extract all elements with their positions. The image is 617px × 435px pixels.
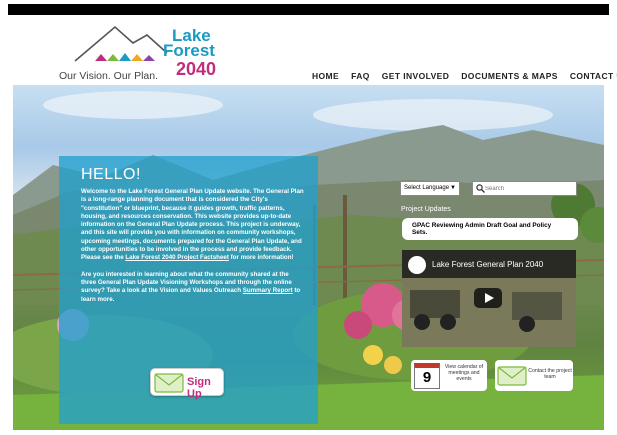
nav-contact-us[interactable]: CONTACT US: [570, 71, 617, 81]
search-box: [472, 181, 577, 196]
nav-home[interactable]: HOME: [312, 71, 339, 81]
site-header: Our Vision. Our Plan. Lake Forest 2040 H…: [0, 15, 617, 85]
sign-up-label: Sign Up: [187, 376, 211, 400]
sign-up-button[interactable]: Sign Up: [150, 368, 224, 400]
project-updates-label: Project Updates: [401, 206, 451, 213]
video-title: Lake Forest General Plan 2040: [432, 260, 544, 269]
project-update-card[interactable]: GPAC Reviewing Admin Draft Goal and Poli…: [402, 218, 578, 240]
nav-documents-maps[interactable]: DOCUMENTS & MAPS: [461, 71, 558, 81]
calendar-widget-text: View calendar of meetings and events: [444, 364, 484, 383]
calendar-widget[interactable]: 9 View calendar of meetings and events: [411, 360, 487, 391]
welcome-heading: HELLO!: [81, 166, 141, 183]
language-select[interactable]: Select Language ▼: [400, 181, 460, 196]
envelope-icon: [154, 373, 184, 393]
video-player[interactable]: Lake Forest General Plan 2040: [402, 250, 576, 347]
search-icon: [476, 184, 485, 193]
survey-paragraph: Are you interested in learning about wha…: [81, 270, 301, 303]
chevron-down-icon: ▼: [450, 185, 456, 191]
nav-get-involved[interactable]: GET INVOLVED: [382, 71, 449, 81]
logo-forest-text: Forest: [163, 41, 215, 60]
factsheet-link[interactable]: Lake Forest 2040 Project Factsheet: [125, 254, 229, 261]
contact-widget[interactable]: Contact the project team: [495, 360, 573, 391]
channel-avatar-icon: [408, 256, 426, 274]
summary-report-link[interactable]: Summary Report: [243, 287, 293, 294]
top-black-bar: [8, 4, 609, 15]
welcome-paragraph: Welcome to the Lake Forest General Plan …: [81, 188, 304, 262]
nav-faq[interactable]: FAQ: [351, 71, 370, 81]
logo-tagline: Our Vision. Our Plan.: [59, 70, 159, 82]
contact-widget-text: Contact the project team: [528, 368, 572, 381]
search-input[interactable]: [485, 182, 575, 195]
calendar-icon: 9: [414, 363, 440, 389]
envelope-icon: [497, 366, 527, 386]
logo-year-text: 2040: [176, 59, 217, 79]
main-nav: HOME FAQ GET INVOLVED DOCUMENTS & MAPS C…: [312, 71, 617, 81]
